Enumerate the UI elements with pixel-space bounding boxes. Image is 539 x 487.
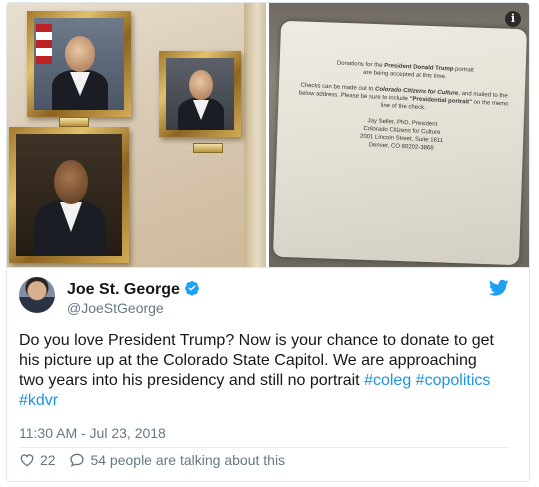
- flag: [36, 24, 52, 64]
- author-handle[interactable]: @JoeStGeorge: [67, 300, 164, 316]
- portrait-frame-bottom: [9, 127, 129, 263]
- portrait-frame-top-left: [27, 11, 131, 117]
- conversation-button[interactable]: 54 people are talking about this: [69, 452, 285, 468]
- author-name[interactable]: Joe St. George: [67, 281, 180, 298]
- hashtag-link[interactable]: #copolitics: [416, 372, 491, 389]
- photo-donation-sign[interactable]: Donations for the President Donald Trump…: [269, 3, 529, 267]
- divider: [19, 447, 509, 448]
- tweet-actions: 22 54 people are talking about this: [19, 451, 295, 471]
- portrait-painting: [34, 18, 124, 110]
- verified-badge-icon: [184, 281, 199, 296]
- portrait-painting: [16, 134, 122, 256]
- avatar[interactable]: [19, 277, 55, 313]
- like-count: 22: [40, 452, 56, 469]
- tweet-timestamp[interactable]: 11:30 AM - Jul 23, 2018: [19, 425, 166, 441]
- tweet-line: #kdvr: [19, 391, 514, 411]
- portrait-frame-top-right: [159, 51, 241, 137]
- tweet-line: two years into his presidency and still …: [19, 372, 491, 389]
- tweet-author: Joe St. George @JoeStGeorge: [19, 277, 509, 317]
- donation-sign-text: Donations for the President Donald Trump…: [298, 60, 509, 152]
- photo-portraits[interactable]: [7, 3, 266, 267]
- heart-icon: [20, 454, 34, 467]
- hashtag-link[interactable]: #kdvr: [19, 392, 58, 409]
- tweet-line: Do you love President Trump? Now is your…: [19, 332, 494, 349]
- author-name-row[interactable]: Joe St. George: [67, 280, 200, 299]
- info-icon[interactable]: i: [505, 11, 521, 27]
- wall-corner: [244, 3, 266, 267]
- name-plaque: [193, 143, 223, 153]
- like-button[interactable]: 22: [19, 452, 56, 468]
- hashtag-link[interactable]: #coleg: [364, 372, 411, 389]
- tweet-line: his picture up at the Colorado State Cap…: [19, 352, 477, 369]
- talking-count: 54 people are talking about this: [90, 452, 286, 469]
- tweet-card: Donations for the President Donald Trump…: [6, 2, 530, 482]
- portrait-painting: [166, 58, 234, 130]
- tweet-media[interactable]: Donations for the President Donald Trump…: [7, 3, 529, 268]
- comment-bubble-icon: [70, 453, 85, 468]
- name-plaque: [59, 117, 89, 127]
- twitter-bird-icon[interactable]: [489, 279, 509, 297]
- tweet-text: Do you love President Trump? Now is your…: [19, 331, 514, 411]
